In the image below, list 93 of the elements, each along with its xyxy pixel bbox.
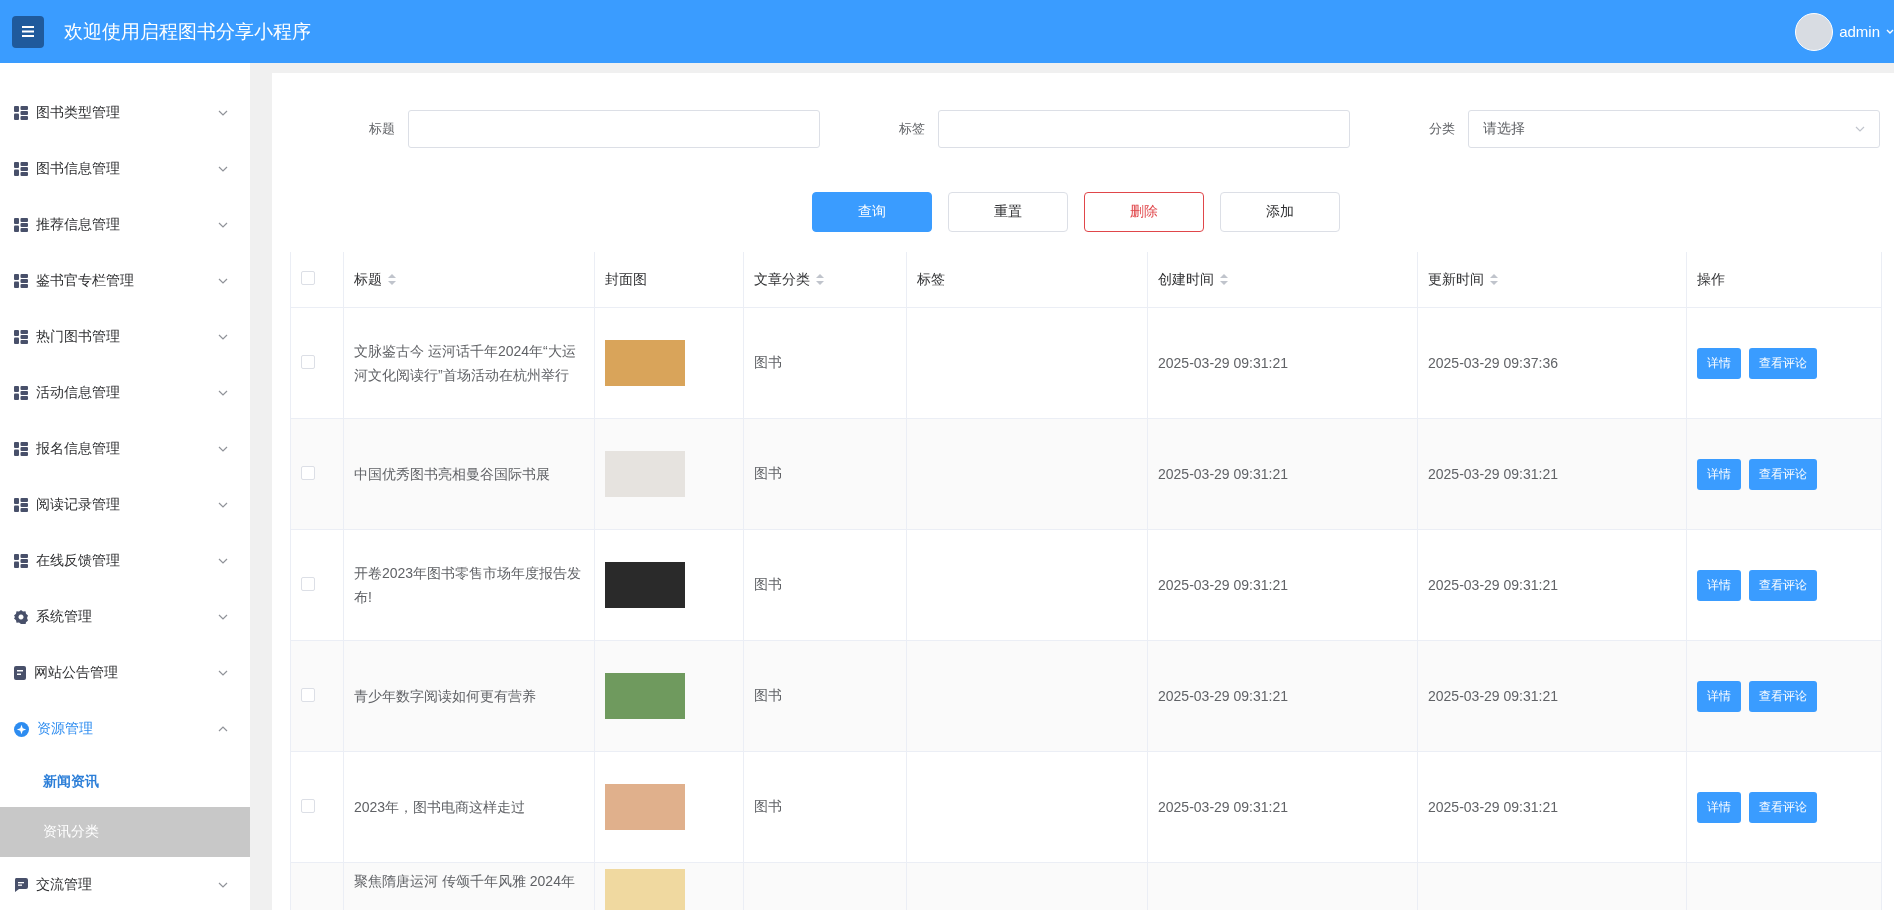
column-header[interactable]: 标题 <box>354 270 396 289</box>
grid-icon <box>14 106 28 120</box>
chevron-down-icon <box>218 558 228 564</box>
checkbox[interactable] <box>301 798 315 813</box>
sidebar-item[interactable]: 活动信息管理 <box>0 365 250 421</box>
table-cell: 图书 <box>754 465 782 481</box>
filter-label: 分类 <box>1428 120 1455 138</box>
table-cell-text: 中国优秀图书亮相曼谷国际书展 <box>354 464 551 484</box>
table-cell: 图书 <box>754 354 782 370</box>
action-button[interactable]: 重置 <box>948 192 1068 232</box>
filter-label: 标签 <box>898 120 925 138</box>
menu-button[interactable] <box>12 15 44 48</box>
avatar[interactable] <box>1795 12 1834 51</box>
select-field[interactable]: 请选择 <box>1468 110 1880 148</box>
action-button[interactable]: 添加 <box>1220 192 1340 232</box>
sort-icon[interactable] <box>388 274 396 285</box>
submenu-item[interactable]: 新闻资讯 <box>0 757 250 807</box>
sidebar-item[interactable]: 报名信息管理 <box>0 421 250 477</box>
chevron-up-icon <box>218 726 228 732</box>
table-cell: 图书 <box>754 798 782 814</box>
input-field[interactable] <box>408 110 820 148</box>
table-cell: 2025-03-29 09:37:36 <box>1428 355 1558 371</box>
table-cell: 2025-03-29 09:31:21 <box>1428 577 1558 593</box>
table-cell: 2025-03-29 09:31:21 <box>1158 355 1288 371</box>
sort-icon[interactable] <box>1220 274 1228 285</box>
grid-icon <box>14 442 28 456</box>
table-cell-text: 文脉鉴古今 运河话千年2024年“大运河文化阅读行”首场活动在杭州举行 <box>354 341 577 385</box>
table-cell: 图书 <box>754 687 782 703</box>
caret-icon[interactable] <box>1886 28 1894 35</box>
column-header: 操作 <box>1697 270 1725 289</box>
table-cell: 2025-03-29 09:31:21 <box>1158 466 1288 482</box>
table-cell: 2025-03-29 09:31:21 <box>1428 799 1558 815</box>
sidebar-item[interactable]: 推荐信息管理 <box>0 197 250 253</box>
chevron-down-icon <box>218 390 228 396</box>
sidebar-item[interactable]: 在线反馈管理 <box>0 533 250 589</box>
table-cell-text: 2023年，图书电商这样走过 <box>354 797 527 817</box>
document-icon <box>14 666 26 680</box>
chevron-down-icon <box>218 278 228 284</box>
grid-icon <box>14 330 28 344</box>
grid-icon <box>14 274 28 288</box>
column-header[interactable]: 文章分类 <box>754 270 824 289</box>
sparkle-icon <box>14 721 29 737</box>
chevron-down-icon <box>218 446 228 452</box>
column-header[interactable]: 更新时间 <box>1428 270 1498 289</box>
chevron-down-icon <box>218 882 228 888</box>
grid-icon <box>14 386 28 400</box>
filter-label: 标题 <box>368 120 395 138</box>
sidebar-item[interactable]: 网站公告管理 <box>0 645 250 701</box>
chevron-down-icon <box>218 502 228 508</box>
action-button[interactable]: 删除 <box>1084 192 1204 232</box>
table-cell: 2025-03-29 09:31:21 <box>1158 688 1288 704</box>
column-header: 标签 <box>917 270 945 289</box>
checkbox[interactable] <box>301 465 315 480</box>
sidebar-item[interactable]: 图书信息管理 <box>0 141 250 197</box>
sidebar-item[interactable]: 资源管理 <box>0 701 250 757</box>
app-title: 欢迎使用启程图书分享小程序 <box>64 19 311 44</box>
chevron-down-icon <box>218 334 228 340</box>
table-cell: 2025-03-29 09:31:21 <box>1428 466 1558 482</box>
chevron-down-icon <box>1855 126 1865 132</box>
checkbox[interactable] <box>301 687 315 702</box>
table-cell: 2025-03-29 09:31:21 <box>1428 688 1558 704</box>
sidebar-item[interactable]: 热门图书管理 <box>0 309 250 365</box>
table-cell: 2025-03-29 09:31:21 <box>1158 577 1288 593</box>
table-cell-text: 聚焦隋唐运河 传颂千年风雅 2024年 <box>354 872 576 891</box>
chevron-down-icon <box>218 110 228 116</box>
table-cell-text: 开卷2023年图书零售市场年度报告发布! <box>354 563 583 607</box>
table-cell: 2025-03-29 09:31:21 <box>1158 799 1288 815</box>
checkbox[interactable] <box>301 576 315 591</box>
table-cell: 图书 <box>754 576 782 592</box>
chevron-down-icon <box>218 222 228 228</box>
sidebar-item[interactable]: 系统管理 <box>0 589 250 645</box>
column-header[interactable]: 创建时间 <box>1158 270 1228 289</box>
sort-icon[interactable] <box>1490 274 1498 285</box>
sidebar-item[interactable]: 阅读记录管理 <box>0 477 250 533</box>
sidebar-item[interactable]: 鉴书官专栏管理 <box>0 253 250 309</box>
sort-icon[interactable] <box>816 274 824 285</box>
checkbox[interactable] <box>301 354 315 369</box>
chevron-down-icon <box>218 166 228 172</box>
chat-icon <box>14 878 28 892</box>
chevron-down-icon <box>218 670 228 676</box>
checkbox[interactable] <box>301 271 315 285</box>
gear-icon <box>14 610 28 624</box>
grid-icon <box>14 554 28 568</box>
table-cell-text: 青少年数字阅读如何更有营养 <box>354 686 537 706</box>
grid-icon <box>14 218 28 232</box>
column-header: 封面图 <box>605 270 647 289</box>
grid-icon <box>14 498 28 512</box>
sidebar-item[interactable]: 图书类型管理 <box>0 85 250 141</box>
input-field[interactable] <box>938 110 1350 148</box>
chevron-down-icon <box>218 614 228 620</box>
grid-icon <box>14 162 28 176</box>
menu-icon <box>22 26 34 37</box>
sidebar-item[interactable]: 交流管理 <box>0 857 250 910</box>
